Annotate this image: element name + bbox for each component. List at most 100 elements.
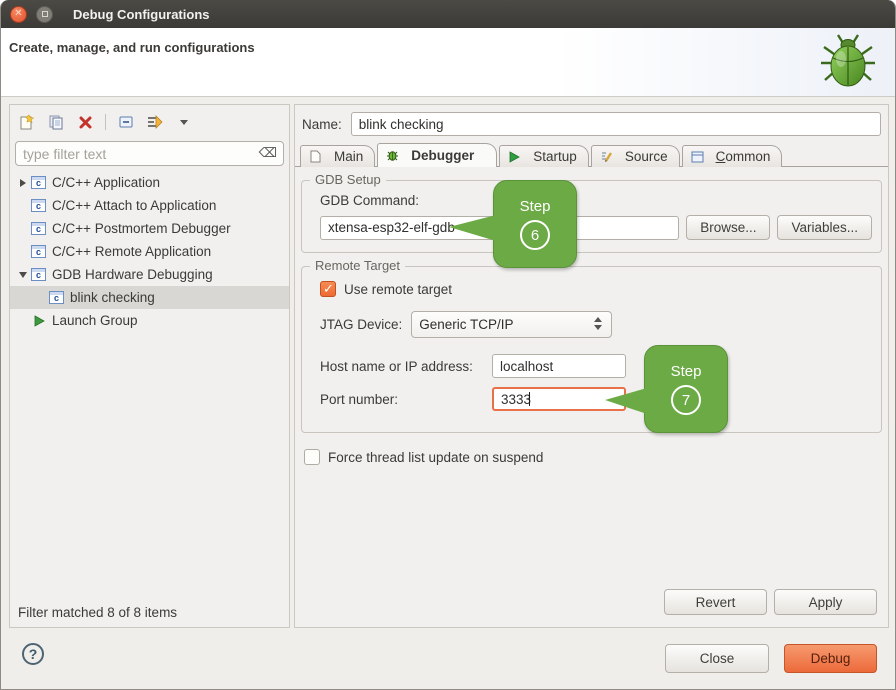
tab-source[interactable]: Source <box>591 145 680 167</box>
toolbar-separator <box>105 114 106 130</box>
dialog-footer: ? Close Debug <box>1 627 895 689</box>
filter-input[interactable] <box>15 141 284 166</box>
debugger-tab-content: GDB Setup GDB Command: Browse... Variabl… <box>295 166 888 627</box>
callout-word: Step <box>671 363 702 380</box>
name-input[interactable] <box>351 112 881 136</box>
callout-step-number: 6 <box>520 220 550 250</box>
close-button[interactable]: Close <box>665 644 769 673</box>
view-menu-dropdown-icon[interactable] <box>175 113 193 131</box>
titlebar: ✕ Debug Configurations <box>1 0 895 28</box>
jtag-device-select[interactable]: Generic TCP/IP <box>411 311 612 338</box>
debug-bug-icon <box>819 32 877 95</box>
config-editor-panel: Name: Main Debugger Startup Source <box>294 104 889 628</box>
host-input[interactable] <box>492 354 626 378</box>
text-caret <box>529 392 530 406</box>
gdb-setup-legend: GDB Setup <box>310 172 386 187</box>
revert-button[interactable]: Revert <box>664 589 767 615</box>
c-app-icon: c <box>31 245 46 258</box>
callout-step-number: 7 <box>671 385 701 415</box>
tree-item-label: Launch Group <box>52 313 138 328</box>
jtag-device-label: JTAG Device: <box>320 317 402 332</box>
tree-item-label: C/C++ Postmortem Debugger <box>52 221 231 236</box>
dialog-header: Create, manage, and run configurations <box>1 28 895 97</box>
use-remote-target-checkbox[interactable] <box>320 281 336 297</box>
jtag-device-row: JTAG Device: Generic TCP/IP <box>320 311 872 338</box>
debug-button[interactable]: Debug <box>784 644 877 673</box>
tab-startup[interactable]: Startup <box>499 145 589 167</box>
host-label: Host name or IP address: <box>320 359 492 374</box>
tree-item-cpp-attach[interactable]: c C/C++ Attach to Application <box>10 194 289 217</box>
name-row: Name: <box>295 105 888 143</box>
dialog-subtitle: Create, manage, and run configurations <box>9 40 255 55</box>
tree-item-gdb-hardware-debugging[interactable]: c GDB Hardware Debugging <box>10 263 289 286</box>
tab-label: Source <box>625 149 668 164</box>
tab-label: Common <box>716 149 771 164</box>
gdb-setup-group: GDB Setup GDB Command: Browse... Variabl… <box>301 180 882 253</box>
tree-item-cpp-remote[interactable]: c C/C++ Remote Application <box>10 240 289 263</box>
filter-status: Filter matched 8 of 8 items <box>18 605 177 620</box>
host-row: Host name or IP address: <box>320 354 872 378</box>
c-app-icon: c <box>31 199 46 212</box>
callout-pointer <box>605 388 647 414</box>
tree-item-cpp-postmortem[interactable]: c C/C++ Postmortem Debugger <box>10 217 289 240</box>
remote-target-legend: Remote Target <box>310 258 405 273</box>
footer-actions: Close Debug <box>665 644 877 673</box>
force-thread-checkbox[interactable] <box>304 449 320 465</box>
file-icon <box>308 150 323 163</box>
tab-debugger[interactable]: Debugger <box>377 143 497 167</box>
filter-launch-configs-icon[interactable] <box>146 113 164 131</box>
browse-button[interactable]: Browse... <box>686 215 770 240</box>
minimize-icon[interactable] <box>36 6 53 23</box>
spinner-icon <box>594 317 602 330</box>
sidebar-toolbar <box>10 105 289 135</box>
tree-item-launch-group[interactable]: Launch Group <box>10 309 289 332</box>
chevron-down-icon[interactable] <box>15 272 31 278</box>
apply-button[interactable]: Apply <box>774 589 877 615</box>
backspace-clear-icon[interactable]: ⌫ <box>259 145 277 161</box>
tab-label: Startup <box>533 149 577 164</box>
port-label: Port number: <box>320 392 492 407</box>
tree-item-blink-checking[interactable]: c blink checking <box>10 286 289 309</box>
close-icon[interactable]: ✕ <box>10 6 27 23</box>
tree-item-label: C/C++ Attach to Application <box>52 198 216 213</box>
remote-target-group: Remote Target Use remote target JTAG Dev… <box>301 266 882 433</box>
common-icon <box>690 151 705 163</box>
tab-label: Main <box>334 149 363 164</box>
c-app-icon: c <box>31 268 46 281</box>
jtag-device-value: Generic TCP/IP <box>419 317 513 332</box>
tree-item-label: GDB Hardware Debugging <box>52 267 213 282</box>
step-6-callout: Step 6 <box>493 180 577 268</box>
launch-config-tree: c C/C++ Application c C/C++ Attach to Ap… <box>10 171 289 332</box>
c-app-icon: c <box>31 222 46 235</box>
force-thread-row: Force thread list update on suspend <box>304 449 888 465</box>
callout-pointer <box>449 215 496 241</box>
tree-item-label: blink checking <box>70 290 155 305</box>
gdb-command-label: GDB Command: <box>320 193 872 208</box>
collapse-all-icon[interactable] <box>117 113 135 131</box>
debug-configurations-dialog: ✕ Debug Configurations Create, manage, a… <box>0 0 896 690</box>
source-icon <box>599 150 614 163</box>
name-label: Name: <box>302 117 342 132</box>
launch-config-sidebar: ⌫ c C/C++ Application c C/C++ Attach to … <box>9 104 290 628</box>
port-row: Port number: <box>320 387 872 411</box>
variables-button[interactable]: Variables... <box>777 215 872 240</box>
launch-group-icon <box>31 315 46 327</box>
tab-main[interactable]: Main <box>300 145 375 167</box>
step-7-callout: Step 7 <box>644 345 728 433</box>
gdb-command-row: Browse... Variables... <box>320 215 872 240</box>
tree-item-label: C/C++ Remote Application <box>52 244 211 259</box>
chevron-right-icon[interactable] <box>15 179 31 187</box>
bug-icon <box>385 149 400 162</box>
window-title: Debug Configurations <box>73 7 210 22</box>
tab-common[interactable]: Common <box>682 145 783 167</box>
delete-config-icon[interactable] <box>76 113 94 131</box>
help-button[interactable]: ? <box>22 643 44 665</box>
new-launch-config-icon[interactable] <box>18 113 36 131</box>
tree-item-label: C/C++ Application <box>52 175 160 190</box>
c-app-icon: c <box>49 291 64 304</box>
use-remote-target-label: Use remote target <box>344 282 452 297</box>
use-remote-target-row: Use remote target <box>320 281 872 297</box>
filter-box: ⌫ <box>15 141 284 166</box>
tree-item-cpp-application[interactable]: c C/C++ Application <box>10 171 289 194</box>
duplicate-config-icon[interactable] <box>47 113 65 131</box>
